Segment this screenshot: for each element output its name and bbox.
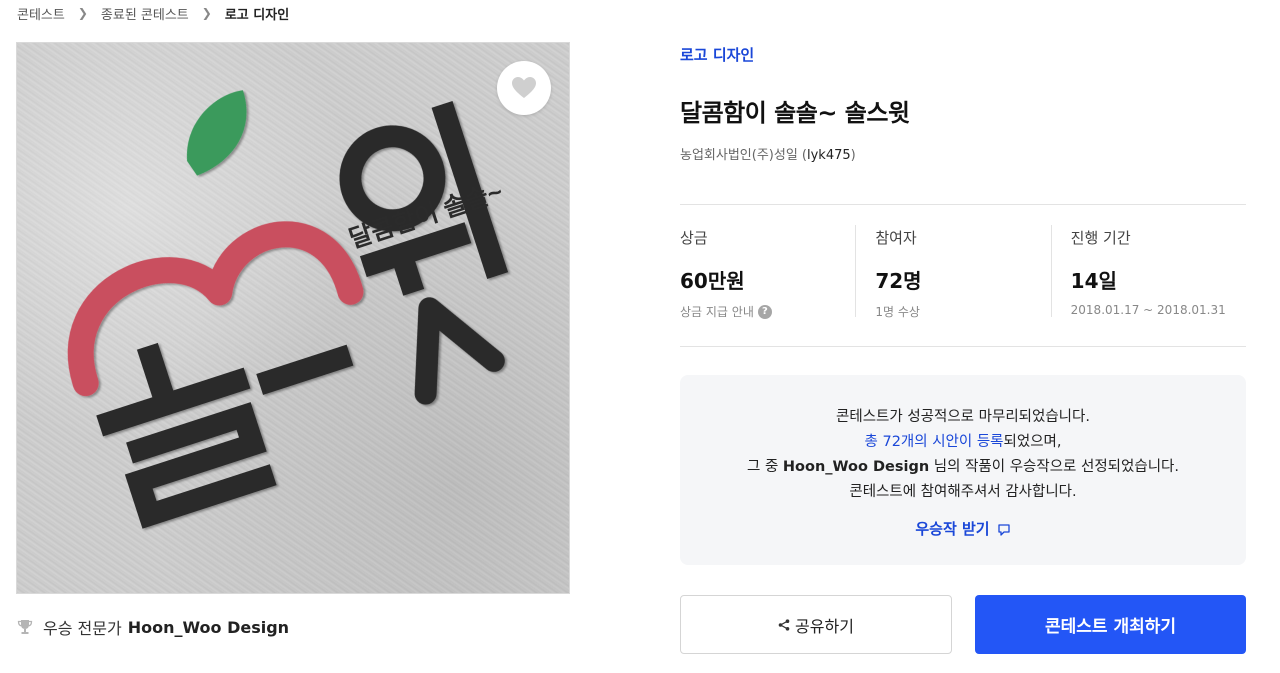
share-icon (778, 618, 790, 631)
winning-design-image[interactable]: 달콤함이 솔솔~ (16, 42, 570, 594)
stat-prize: 상금 60만원 상금 지급 안내 ? (680, 205, 855, 346)
notice-line-3-post: 님의 작품이 우승작으로 선정되었습니다. (929, 459, 1179, 475)
contest-title: 달콤함이 솔솔~ 솔스윗 (680, 99, 910, 127)
breadcrumb: 콘테스트 ❯ 종료된 콘테스트 ❯ 로고 디자인 (17, 4, 289, 23)
stat-period-value: 14일 (1070, 269, 1117, 293)
notice-line-3-pre: 그 중 (747, 459, 783, 475)
prize-payment-info-label: 상금 지급 안내 (680, 305, 754, 319)
stat-participants: 참여자 72명 1명 수상 (855, 205, 1050, 346)
host-handle[interactable]: lyk475 (807, 148, 851, 163)
notice-winner-name: Hoon_Woo Design (782, 459, 930, 475)
contest-result-notice: 콘테스트가 성공적으로 마무리되었습니다. 총 72개의 시안이 등록되었으며,… (680, 375, 1246, 565)
contest-category[interactable]: 로고 디자인 (680, 44, 754, 65)
stat-participants-value: 72명 (875, 269, 922, 293)
stat-participants-label: 참여자 (875, 229, 917, 247)
stat-period-label: 진행 기간 (1070, 229, 1131, 247)
stat-participants-sub: 1명 수상 (875, 305, 920, 319)
notice-line-1: 콘테스트가 성공적으로 마무리되었습니다. (836, 409, 1090, 425)
share-button[interactable]: 공유하기 (680, 595, 952, 654)
help-icon[interactable]: ? (757, 304, 772, 319)
breadcrumb-item-ended-contests[interactable]: 종료된 콘테스트 (101, 4, 189, 23)
winner-label: 우승 전문가 (43, 619, 122, 638)
breadcrumb-item-contest[interactable]: 콘테스트 (17, 4, 65, 23)
host-close: ) (850, 148, 856, 163)
heart-icon (512, 77, 536, 98)
winning-logo-artwork: 달콤함이 솔솔~ (67, 90, 509, 529)
breadcrumb-item-logo-design[interactable]: 로고 디자인 (225, 4, 289, 23)
notice-line-2: 총 72개의 시안이 등록되었으며, (680, 430, 1246, 455)
like-button[interactable] (497, 61, 551, 115)
contest-stats: 상금 60만원 상금 지급 안내 ? 참여자 72명 1명 수상 진행 기간 1… (680, 204, 1246, 347)
notice-line-2-rest: 되었으며, (1003, 434, 1062, 450)
chevron-right-icon: ❯ (201, 6, 212, 20)
host-contest-label: 콘테스트 개최하기 (1044, 617, 1177, 637)
host-contest-button[interactable]: 콘테스트 개최하기 (975, 595, 1246, 654)
share-label: 공유하기 (795, 616, 854, 636)
stat-period: 진행 기간 14일 2018.01.17 ~ 2018.01.31 (1050, 205, 1246, 346)
get-winner-label: 우승작 받기 (915, 520, 990, 538)
get-winner-button[interactable]: 우승작 받기 (915, 517, 1010, 542)
stat-prize-value: 60만원 (680, 269, 745, 293)
trophy-icon (17, 619, 33, 635)
winner-info: 우승 전문가 Hoon_Woo Design (17, 615, 289, 639)
notice-line-3: 그 중 Hoon_Woo Design 님의 작품이 우승작으로 선정되었습니다… (680, 455, 1246, 480)
chevron-right-icon: ❯ (77, 6, 88, 20)
notice-line-4: 콘테스트에 참여해주셔서 감사합니다. (849, 484, 1077, 500)
stat-period-dates: 2018.01.17 ~ 2018.01.31 (1070, 303, 1226, 317)
stat-prize-label: 상금 (680, 229, 708, 247)
winner-name[interactable]: Hoon_Woo Design (128, 618, 289, 637)
host-name: 농업회사법인(주)성일 ( (680, 148, 807, 163)
chat-bubble-icon (997, 523, 1010, 536)
contest-host: 농업회사법인(주)성일 (lyk475) (680, 144, 856, 163)
submissions-link[interactable]: 총 72개의 시안이 등록 (865, 434, 1004, 450)
prize-payment-info[interactable]: 상금 지급 안내 ? (680, 303, 855, 320)
